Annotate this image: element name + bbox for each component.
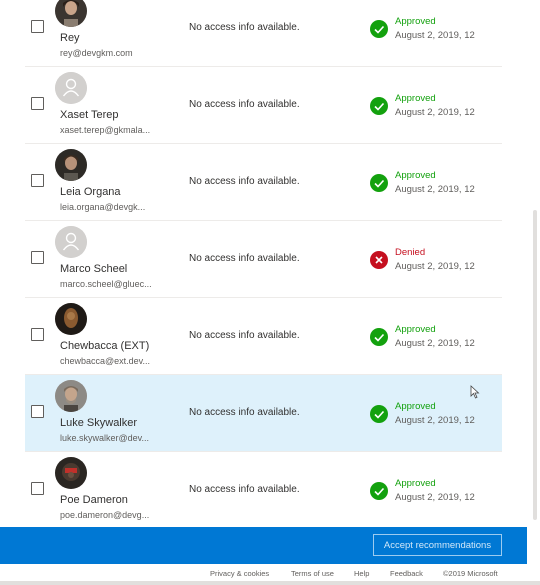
avatar — [55, 149, 87, 181]
user-email: luke.skywalker@dev... — [60, 433, 149, 443]
review-list: Rey rey@devgkm.com No access info availa… — [25, 0, 502, 529]
page-footer: Privacy & cookies Terms of use Help Feed… — [0, 564, 540, 585]
row-checkbox[interactable] — [31, 405, 44, 418]
access-info: No access info available. — [189, 407, 300, 418]
bottom-scrollbar[interactable] — [0, 581, 540, 585]
avatar — [55, 380, 87, 412]
person-placeholder-icon — [55, 72, 87, 104]
avatar — [55, 226, 87, 258]
access-info: No access info available. — [189, 22, 300, 33]
avatar — [55, 457, 87, 489]
table-row[interactable]: Chewbacca (EXT) chewbacca@ext.dev... No … — [25, 298, 502, 375]
table-row-selected[interactable]: Luke Skywalker luke.skywalker@dev... No … — [25, 375, 502, 452]
status-date: August 2, 2019, 12 — [395, 30, 475, 41]
status-date: August 2, 2019, 12 — [395, 261, 475, 272]
access-info: No access info available. — [189, 99, 300, 110]
table-row[interactable]: Rey rey@devgkm.com No access info availa… — [25, 0, 502, 67]
user-name: Luke Skywalker — [60, 417, 138, 429]
row-checkbox[interactable] — [31, 328, 44, 341]
checkmark-icon — [370, 328, 388, 346]
access-info: No access info available. — [189, 176, 300, 187]
table-row[interactable]: Xaset Terep xaset.terep@gkmala... No acc… — [25, 67, 502, 144]
table-row[interactable]: Poe Dameron poe.dameron@devg... No acces… — [25, 452, 502, 529]
checkmark-icon — [370, 482, 388, 500]
footer-link-privacy[interactable]: Privacy & cookies — [210, 569, 269, 578]
footer-link-terms[interactable]: Terms of use — [291, 569, 334, 578]
user-photo-icon — [55, 380, 87, 412]
status-date: August 2, 2019, 12 — [395, 492, 475, 503]
copyright-text: ©2019 Microsoft — [443, 569, 498, 578]
footer-link-feedback[interactable]: Feedback — [390, 569, 423, 578]
status-label: Approved — [395, 16, 436, 27]
checkmark-icon — [370, 174, 388, 192]
row-checkbox[interactable] — [31, 251, 44, 264]
row-checkbox[interactable] — [31, 174, 44, 187]
user-email: rey@devgkm.com — [60, 48, 133, 58]
user-email: poe.dameron@devg... — [60, 510, 150, 520]
row-checkbox[interactable] — [31, 97, 44, 110]
user-email: xaset.terep@gkmala... — [60, 125, 151, 135]
action-bar: Accept recommendations — [0, 527, 527, 564]
status-label: Approved — [395, 170, 436, 181]
status-date: August 2, 2019, 12 — [395, 184, 475, 195]
row-checkbox[interactable] — [31, 482, 44, 495]
status-label: Approved — [395, 478, 436, 489]
access-info: No access info available. — [189, 253, 300, 264]
row-checkbox[interactable] — [31, 20, 44, 33]
status-date: August 2, 2019, 12 — [395, 107, 475, 118]
person-placeholder-icon — [55, 226, 87, 258]
x-circle-icon — [370, 251, 388, 269]
status-label: Approved — [395, 401, 436, 412]
avatar — [55, 0, 87, 27]
table-row[interactable]: Leia Organa leia.organa@devgk... No acce… — [25, 144, 502, 221]
user-name: Poe Dameron — [60, 494, 128, 506]
avatar — [55, 72, 87, 104]
checkmark-icon — [370, 97, 388, 115]
checkmark-icon — [370, 405, 388, 423]
access-info: No access info available. — [189, 330, 300, 341]
scrollbar-thumb[interactable] — [533, 210, 537, 520]
mouse-pointer-icon — [470, 385, 480, 399]
table-row[interactable]: Marco Scheel marco.scheel@gluec... No ac… — [25, 221, 502, 298]
user-email: marco.scheel@gluec... — [60, 279, 152, 289]
access-info: No access info available. — [189, 484, 300, 495]
user-photo-icon — [55, 0, 87, 27]
user-name: Xaset Terep — [60, 109, 119, 121]
user-photo-icon — [55, 457, 87, 489]
avatar — [55, 303, 87, 335]
user-photo-icon — [55, 303, 87, 335]
accept-recommendations-button[interactable]: Accept recommendations — [373, 534, 502, 556]
user-name: Marco Scheel — [60, 263, 128, 275]
scrollbar[interactable] — [526, 0, 540, 527]
status-date: August 2, 2019, 12 — [395, 415, 475, 426]
user-name: Leia Organa — [60, 186, 121, 198]
user-name: Rey — [60, 32, 80, 44]
checkmark-icon — [370, 20, 388, 38]
user-photo-icon — [55, 149, 87, 181]
user-email: leia.organa@devgk... — [60, 202, 146, 212]
user-email: chewbacca@ext.dev... — [60, 356, 151, 366]
status-date: August 2, 2019, 12 — [395, 338, 475, 349]
status-label: Denied — [395, 247, 426, 258]
user-name: Chewbacca (EXT) — [60, 340, 150, 352]
status-label: Approved — [395, 324, 436, 335]
footer-link-help[interactable]: Help — [354, 569, 369, 578]
status-label: Approved — [395, 93, 436, 104]
